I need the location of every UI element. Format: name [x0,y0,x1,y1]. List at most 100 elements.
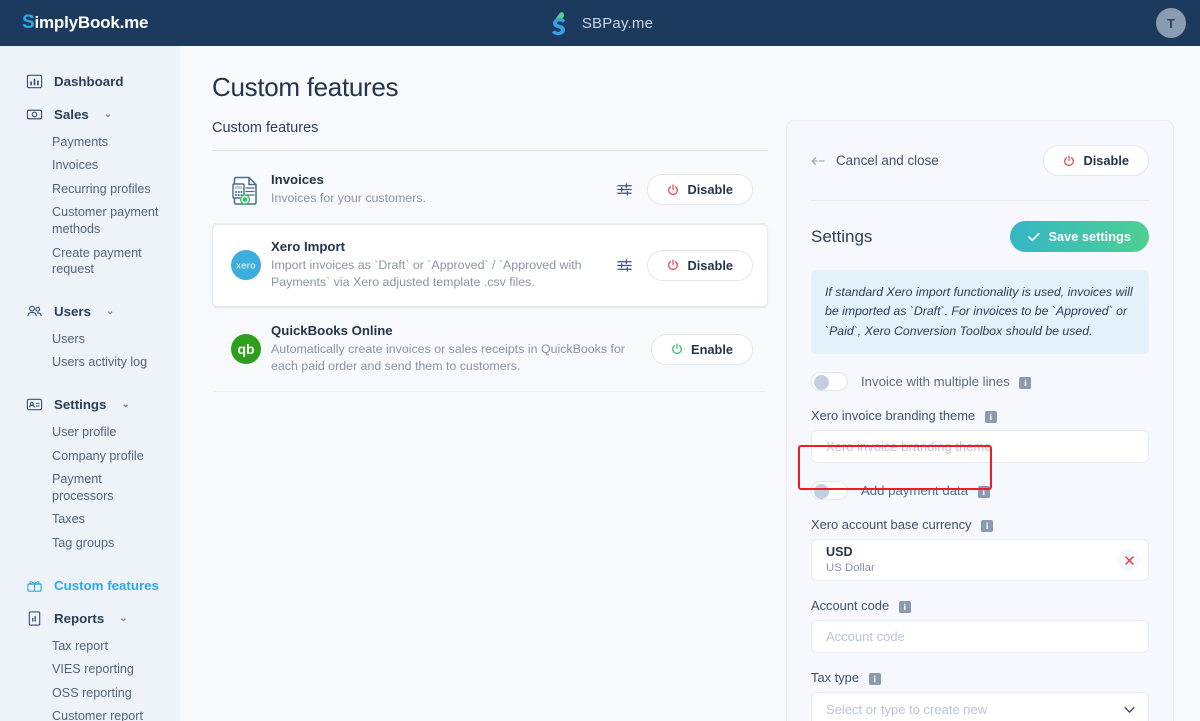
sidebar-item-company-profile[interactable]: Company profile [0,444,180,468]
chevron-down-icon[interactable]: ⌄ [121,399,129,410]
sidebar-item-taxes[interactable]: Taxes [0,508,180,532]
money-icon [26,109,43,120]
toggle-label-text: Invoice with multiple lines [861,374,1010,390]
feature-text: QuickBooks Online Automatically create i… [267,323,651,376]
sidebar-item-sales[interactable]: Sales ⌄ [0,99,180,130]
save-settings-button[interactable]: Save settings [1010,221,1149,252]
panel-disable-button[interactable]: Disable [1043,145,1149,176]
feature-disable-button[interactable]: Disable [647,174,753,206]
sidebar-item-custom-features[interactable]: Custom features [0,570,180,601]
feature-description: Invoices for your customers. [271,191,426,205]
sidebar-item-create-payment-request[interactable]: Create payment request [0,241,180,281]
sidebar-item-payment-processors[interactable]: Payment processors [0,468,180,508]
sidebar-item-dashboard[interactable]: Dashboard [0,66,180,97]
field-tax-type: Tax type i Select or type to create new [811,670,1149,721]
tax-type-select[interactable]: Select or type to create new [811,692,1149,721]
field-label: Account code i [811,598,1149,620]
field-label-text: Xero invoice branding theme [811,408,976,424]
sidebar-item-reports[interactable]: Reports ⌄ [0,603,180,634]
settings-panel: Cancel and close Disable Settings Save s… [786,120,1174,721]
sidebar-item-users[interactable]: Users [0,327,180,351]
quickbooks-logo-icon: qb [231,334,261,365]
top-bar: SimplyBook .me SBPay.me T [0,0,1200,46]
feature-action-label: Disable [687,182,733,198]
sidebar-item-settings[interactable]: Settings ⌄ [0,389,180,420]
feature-icon-wrap: xero [225,248,267,282]
power-icon [668,184,679,195]
feature-enable-button[interactable]: Enable [651,333,753,365]
feature-description: Automatically create invoices or sales r… [271,341,625,374]
tax-type-placeholder: Select or type to create new [826,702,988,718]
settings-title: Settings [811,226,873,246]
sidebar-item-oss-reporting[interactable]: OSS reporting [0,681,180,705]
sidebar-group-custom-features: Custom features [0,570,180,601]
cancel-and-close-button[interactable]: Cancel and close [811,153,939,168]
info-icon[interactable]: i [984,410,997,423]
info-icon[interactable]: i [868,672,881,685]
feature-icon-wrap: qb [225,332,267,366]
sidebar-item-customer-payment-methods[interactable]: Customer payment methods [0,201,180,241]
gift-icon [27,581,42,592]
field-label: Tax type i [811,670,1149,692]
sidebar-item-tax-report[interactable]: Tax report [0,634,180,658]
feature-description: Import invoices as `Draft` or `Approved`… [271,257,582,290]
panel-disable-label: Disable [1083,153,1129,168]
arrow-left-icon [811,156,825,165]
toggle-knob [814,484,829,500]
account-code-input[interactable] [811,620,1149,654]
xero-logo-icon: xero [231,250,261,281]
field-base-currency: Xero account base currency i USD US Doll… [811,517,1149,582]
info-icon[interactable]: i [898,600,911,613]
feature-row-invoices[interactable]: Invoices Invoices for your customers. Di… [212,157,768,223]
sidebar-item-users-group[interactable]: Users ⌄ [0,296,180,327]
sidebar-item-users-activity-log[interactable]: Users activity log [0,351,180,375]
sidebar-group-settings: Settings ⌄ User profile Company profile … [0,389,180,555]
simplybook-logo[interactable]: SimplyBook .me [0,12,180,34]
toggle-add-payment-data[interactable] [811,481,848,501]
feature-disable-button[interactable]: Disable [647,249,753,281]
avatar[interactable]: T [1156,8,1186,38]
field-label-text: Xero account base currency [811,517,972,533]
power-icon [668,259,679,271]
toggle-invoice-with-multiple-lines[interactable] [811,372,848,392]
chevron-down-icon[interactable]: ⌄ [119,613,127,624]
chevron-down-icon[interactable]: ⌄ [104,109,112,120]
sidebar-item-tag-groups[interactable]: Tag groups [0,532,180,556]
sidebar-item-customer-report[interactable]: Customer report [0,705,180,721]
field-label: Xero account base currency i [811,517,1149,539]
branding-theme-input[interactable] [811,430,1149,464]
clear-currency-button[interactable] [1118,549,1140,572]
feature-row-xero-import[interactable]: xero Xero Import Import invoices as `Dra… [212,223,768,307]
feature-row-quickbooks-online[interactable]: qb QuickBooks Online Automatically creat… [212,308,768,391]
sidebar-item-invoices[interactable]: Invoices [0,154,180,178]
sidebar-item-user-profile[interactable]: User profile [0,420,180,444]
page-title: Custom features [212,72,399,102]
settings-sliders-icon[interactable] [616,181,633,198]
chevron-down-icon[interactable]: ⌄ [106,306,114,317]
power-icon [1064,154,1075,166]
sidebar-label: Sales [54,107,89,122]
brand-name-part1: implyBook [34,13,120,32]
close-x-icon [1124,556,1134,565]
info-icon[interactable]: i [977,485,990,498]
currency-name: US Dollar [826,562,875,574]
id-card-icon [26,399,43,411]
base-currency-select[interactable]: USD US Dollar [811,539,1149,582]
save-settings-label: Save settings [1048,229,1131,244]
report-icon [28,611,41,626]
info-icon[interactable]: i [981,519,994,532]
settings-sliders-icon[interactable] [616,257,633,274]
chart-bar-icon [26,74,43,89]
sidebar-item-recurring-profiles[interactable]: Recurring profiles [0,177,180,201]
toggle-label: Invoice with multiple lines i [861,374,1032,390]
feature-list: Invoices Invoices for your customers. Di… [212,157,768,393]
sidebar-item-vies-reporting[interactable]: VIES reporting [0,658,180,682]
invoice-document-icon [232,176,257,205]
sidebar-item-payments[interactable]: Payments [0,130,180,154]
info-icon[interactable]: i [1019,376,1032,389]
svg-text:qb: qb [237,341,254,357]
sidebar-group-reports: Reports ⌄ Tax report VIES reporting OSS … [0,603,180,721]
section-label: Custom features [212,120,319,136]
toggle-label: Add payment data i [861,483,990,498]
